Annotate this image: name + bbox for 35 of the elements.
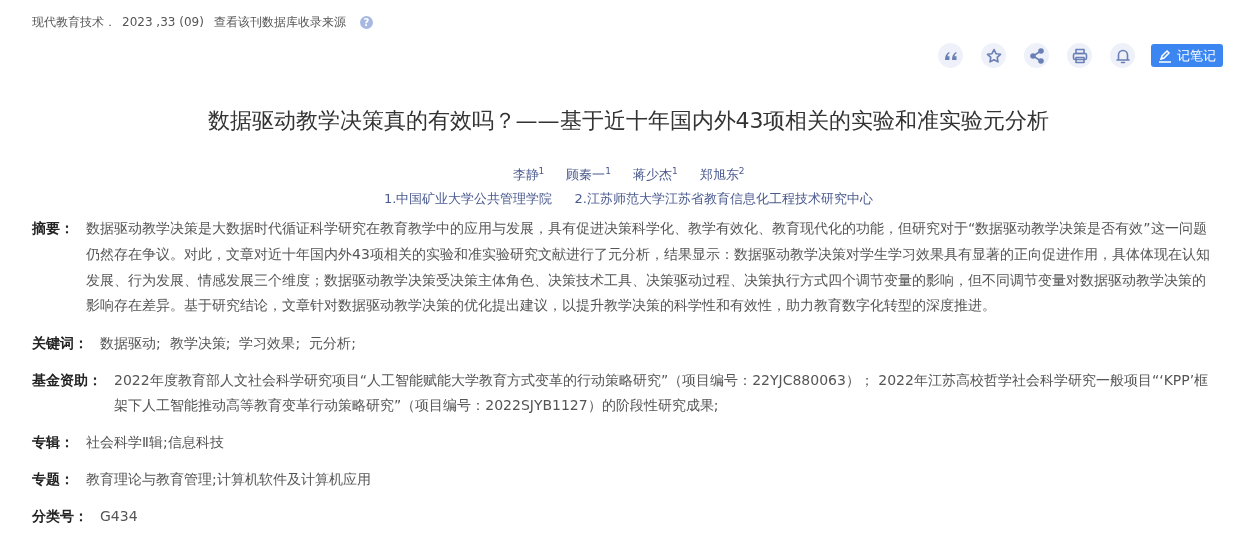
keyword-link[interactable]: 教学决策; <box>169 330 231 356</box>
field-label: 摘要： <box>32 219 74 239</box>
quote-button[interactable] <box>938 43 963 68</box>
field-label: 专题： <box>32 469 74 489</box>
keyword-link[interactable]: 学习效果; <box>239 330 301 356</box>
issue-info: 2023 ,33 (09) <box>122 15 204 29</box>
field-label: 分类号： <box>32 506 88 526</box>
note-button[interactable]: 记笔记 <box>1151 44 1223 67</box>
author-link[interactable]: 李静$^{1}$ <box>512 166 545 185</box>
field-label: 专辑： <box>32 432 74 452</box>
bell-button[interactable] <box>1110 43 1135 68</box>
article-title: 数据驱动教学决策真的有效吗？——基于近十年国内外43项相关的实验和准实验元分析 <box>206 107 1051 135</box>
keyword-link[interactable]: 元分析; <box>309 330 356 356</box>
star-button[interactable] <box>981 43 1006 68</box>
field-value: 社会科学Ⅱ辑;信息科技 <box>86 432 224 452</box>
field-value: G434 <box>100 506 138 526</box>
affiliation-link[interactable]: 2.江苏师范大学江苏省教育信息化工程技术研究中心 <box>574 190 873 209</box>
journal-name[interactable]: 现代教育技术． <box>32 13 116 31</box>
print-button[interactable] <box>1067 43 1092 68</box>
affiliation-link[interactable]: 1.中国矿业大学公共管理学院 <box>384 190 553 209</box>
pencil-icon <box>1158 48 1172 63</box>
database-link[interactable]: 查看该刊数据库收录来源 <box>213 13 346 31</box>
star-icon <box>984 46 1003 65</box>
author-link[interactable]: 顾秦一$^{1}$ <box>566 166 611 185</box>
field-value: 教育理论与教育管理;计算机软件及计算机应用 <box>86 469 371 489</box>
printer-icon <box>1070 46 1089 65</box>
field-value: 2022年度教育部人文社会科学研究项目“人工智能赋能大学教育方式变革的行动策略研究”（项目编号：22YJC880063）； 2022年江苏高校哲学社会科学研究一般项目“‘KPP’框架下人工智能推动高等教育变革行动策略研究”（项目编号：2022SJYB1127）的阶段性研究成果; <box>114 370 1210 415</box>
author-link[interactable]: 郑旭东$^{2}$ <box>699 166 745 185</box>
share-button[interactable] <box>1024 43 1049 68</box>
field-value: 数据驱动教学决策是大数据时代循证科学研究在教育教学中的应用与发展，具有促进决策科学化、教学有效化、教育现代化的功能，但研究对于“数据驱动教学决策是否有效”这一问题仍然存在争议。对此，文章对近十年国内外43项相关的实验和准实验研究文献进行了元分析，结果显示：数据驱动教学决策对学生学习效果具有显著的正向促进作用，具体体现在认知发展、行为发展、情感发展三个维度；数据驱动教学决策受决策主体角色、决策技术工具、决策驱动过程、决策执行方式四个调节变量的影响，但不同调节变量对数据驱动教学决策的影响存在差异。基于研究结论，文章针对数据驱动教学决策的优化提出建议，以提升教学决策的科学性和有效性，助力教育数字化转型的深度推进。 <box>86 219 1211 316</box>
keyword-link[interactable]: 数据驱动; <box>100 330 161 356</box>
author-link[interactable]: 蒋少杰$^{1}$ <box>633 166 678 185</box>
share-icon <box>1027 46 1046 65</box>
field-label: 基金资助： <box>32 370 102 390</box>
field-label: 关键词： <box>32 333 88 353</box>
